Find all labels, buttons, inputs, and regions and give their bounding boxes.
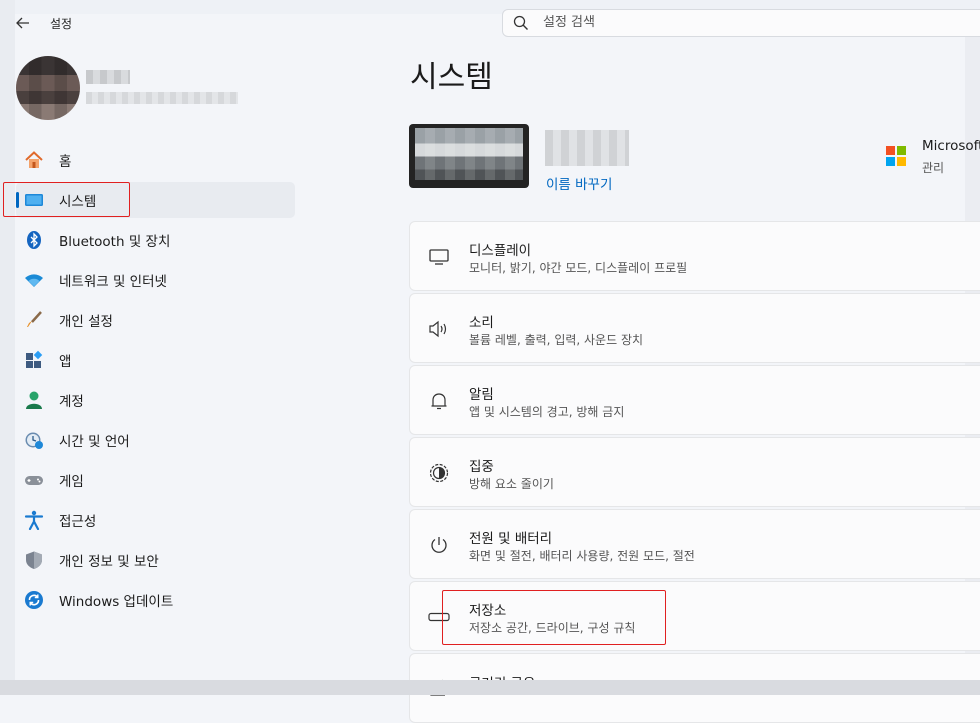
avatar[interactable] [16,56,80,120]
sidebar-item-gaming[interactable]: 게임 [16,462,295,498]
sidebar-item-label: Bluetooth 및 장치 [59,234,171,250]
window-frame-bottom [0,680,980,695]
sidebar-item-label: 접근성 [59,514,97,530]
sidebar-item-label: 홈 [59,154,72,170]
focus-icon [428,462,450,484]
card-subtitle: 모니터, 밝기, 야간 모드, 디스플레이 프로필 [469,261,688,275]
search-box[interactable] [502,9,980,37]
sidebar-item-label: 앱 [59,354,72,370]
wifi-icon [24,270,44,290]
shield-icon [24,550,44,570]
app-title: 설정 [50,17,73,31]
card-sound[interactable]: 소리 볼륨 레벨, 출력, 입력, 사운드 장치 [409,293,980,363]
card-subtitle: 화면 및 절전, 배터리 사용량, 전원 모드, 절전 [469,549,695,563]
sidebar-item-windows-update[interactable]: Windows 업데이트 [16,582,295,618]
sidebar-item-bluetooth[interactable]: Bluetooth 및 장치 [16,222,295,258]
sidebar-item-time-language[interactable]: 시간 및 언어 [16,422,295,458]
back-arrow-icon [16,17,29,29]
bell-icon [428,390,450,412]
sidebar-item-privacy[interactable]: 개인 정보 및 보안 [16,542,295,578]
accessibility-icon [24,510,44,530]
sidebar-item-label: 개인 정보 및 보안 [59,554,159,570]
update-icon [24,590,44,610]
back-button[interactable] [12,12,34,34]
apps-icon [24,350,44,370]
clock-globe-icon [24,430,44,450]
sidebar-item-label: 게임 [59,474,84,490]
sidebar-item-label: 개인 설정 [59,314,113,330]
card-subtitle: 앱 및 시스템의 경고, 방해 금지 [469,405,625,419]
card-power-battery[interactable]: 전원 및 배터리 화면 및 절전, 배터리 사용량, 전원 모드, 절전 [409,509,980,579]
sidebar-item-label: 시간 및 언어 [59,434,130,450]
gamepad-icon [24,470,44,490]
user-email-redacted [86,92,238,104]
speaker-icon [428,318,450,340]
device-image [409,124,529,188]
home-icon [24,150,44,170]
monitor-icon [428,246,450,268]
sidebar-item-label: 네트워크 및 인터넷 [59,274,167,290]
card-display[interactable]: 디스플레이 모니터, 밝기, 야간 모드, 디스플레이 프로필 [409,221,980,291]
user-name-redacted [86,70,130,84]
search-icon [513,15,528,30]
microsoft-logo-icon [886,146,906,166]
search-input[interactable] [541,14,945,31]
highlight-box-storage [442,590,666,645]
sidebar-item-personalization[interactable]: 개인 설정 [16,302,295,338]
title-bar: 설정 [0,0,980,44]
card-title: 알림 [469,387,494,403]
sidebar-item-label: 계정 [59,394,84,410]
bluetooth-icon [24,230,44,250]
card-notifications[interactable]: 알림 앱 및 시스템의 경고, 방해 금지 [409,365,980,435]
card-subtitle: 방해 요소 줄이기 [469,477,554,491]
card-focus[interactable]: 집중 방해 요소 줄이기 [409,437,980,507]
card-title: 디스플레이 [469,243,532,259]
sidebar-item-label: Windows 업데이트 [59,594,174,610]
device-name-redacted [545,130,629,166]
brush-icon [24,310,44,330]
card-title: 집중 [469,459,494,475]
card-subtitle: 볼륨 레벨, 출력, 입력, 사운드 장치 [469,333,644,347]
card-title: 소리 [469,315,494,331]
sidebar-item-network[interactable]: 네트워크 및 인터넷 [16,262,295,298]
highlight-box-system [3,182,130,217]
page-title: 시스템 [410,60,493,95]
sidebar-item-accessibility[interactable]: 접근성 [16,502,295,538]
card-title: 전원 및 배터리 [469,531,553,547]
account-icon [24,390,44,410]
sidebar-item-apps[interactable]: 앱 [16,342,295,378]
power-icon [428,534,450,556]
sidebar-item-home[interactable]: 홈 [16,142,295,178]
rename-link[interactable]: 이름 바꾸기 [546,173,612,193]
microsoft-account-title[interactable]: Microsoft [922,138,980,154]
sidebar-item-accounts[interactable]: 계정 [16,382,295,418]
window-frame-left [0,0,15,695]
microsoft-account-subtitle[interactable]: 관리 [922,159,944,176]
